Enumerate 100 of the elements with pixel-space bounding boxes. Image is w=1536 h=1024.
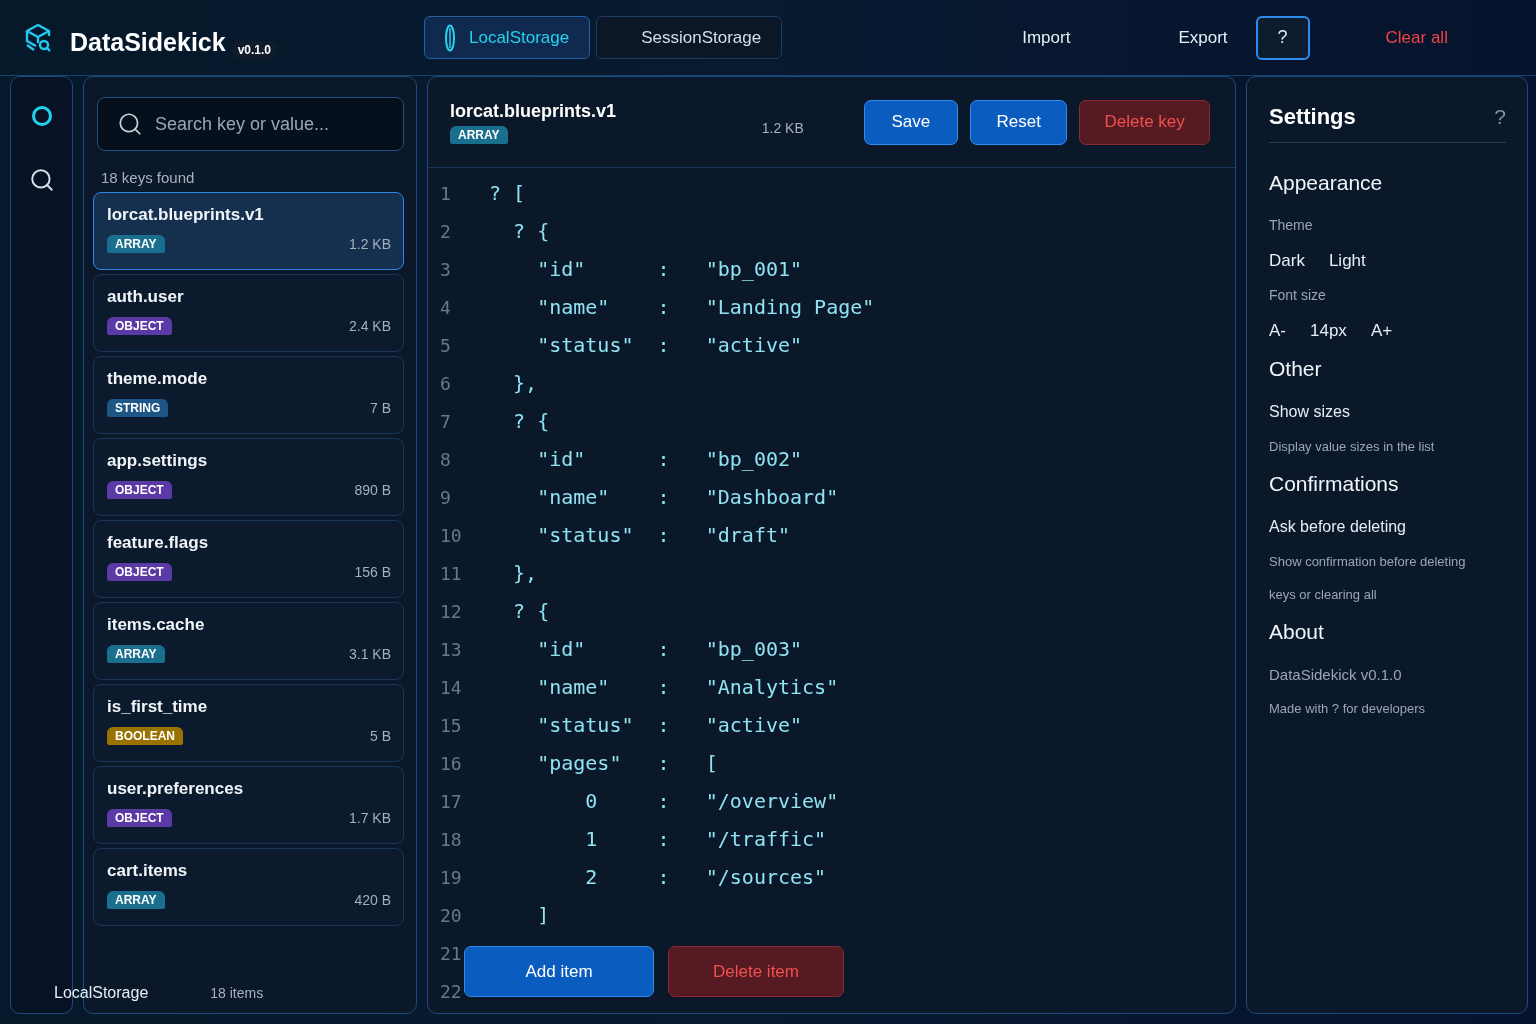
code-line: 1 : "/traffic" (584, 827, 827, 851)
line-number: 7 (440, 410, 452, 432)
header-action[interactable]: Export (1158, 19, 1248, 56)
code-line: "name" : "Dashboard" (536, 485, 839, 509)
search-icon (117, 111, 143, 137)
option-button[interactable]: A+ (1370, 321, 1393, 341)
type-badge: ARRAY (107, 645, 165, 663)
code-line: "name" : "Landing Page" (536, 295, 875, 319)
code-line: "name" : "Analytics" (536, 675, 839, 699)
option-button[interactable]: Dark (1269, 251, 1305, 271)
section-title: About (1269, 620, 1325, 644)
line-number: 13 (440, 638, 463, 660)
version-badge: v0.1.0 (231, 40, 277, 59)
code-line: }, (512, 561, 538, 585)
key-item[interactable]: user.preferences OBJECT 1.7 KB (93, 766, 404, 844)
editor-button[interactable]: Reset (970, 99, 1068, 145)
clear-all-button[interactable]: Clear all (1379, 26, 1454, 49)
section-title: Appearance (1269, 171, 1384, 195)
circle-icon[interactable] (30, 105, 53, 127)
type-badge: ARRAY (450, 125, 508, 144)
code-line: ? { (512, 409, 550, 433)
value-size: 1.2 KB (761, 120, 805, 136)
search-field[interactable]: Search key or value... (97, 97, 404, 151)
help-icon[interactable]: ? (1494, 105, 1506, 129)
value-size: 5 B (370, 728, 391, 744)
type-badge: BOOLEAN (107, 727, 183, 745)
key-item[interactable]: cart.items ARRAY 420 B (93, 848, 404, 926)
option-button[interactable]: A- (1269, 321, 1286, 341)
setting-description: Display value sizes in the list (1269, 439, 1436, 454)
value-size: 420 B (354, 892, 391, 908)
line-number: 15 (440, 714, 463, 736)
key-name: feature.flags (107, 533, 210, 553)
code-line: ] (536, 903, 550, 927)
line-number: 6 (440, 372, 452, 394)
key-title: lorcat.blueprints.v1 (450, 100, 618, 122)
item-button[interactable]: Delete item (668, 946, 844, 997)
setting-description: Made with ? for developers (1269, 701, 1427, 716)
key-name: app.settings (107, 451, 209, 471)
code-line: "id" : "bp_003" (536, 637, 803, 661)
value-size: 1.2 KB (348, 236, 391, 252)
search-icon[interactable] (28, 167, 55, 193)
app-version: DataSidekick v0.1.0 (1269, 666, 1403, 683)
help-button[interactable]: ? (1255, 15, 1310, 60)
type-badge: OBJECT (107, 809, 172, 827)
line-number: 1 (440, 182, 452, 204)
code-line: ? [ (489, 181, 526, 205)
line-number: 21 (440, 942, 463, 964)
line-number: 5 (440, 334, 452, 356)
keys-count: 18 keys found (101, 169, 196, 186)
setting-label: Font size (1269, 287, 1327, 303)
line-number: 10 (440, 524, 463, 546)
key-name: auth.user (107, 287, 185, 307)
type-badge: OBJECT (107, 317, 172, 335)
line-number: 18 (440, 828, 463, 850)
line-number: 14 (440, 676, 463, 698)
key-item[interactable]: feature.flags OBJECT 156 B (93, 520, 404, 598)
storage-tab[interactable]: SessionStorage (596, 16, 783, 59)
code-line: ? { (512, 599, 550, 623)
key-item[interactable]: items.cache ARRAY 3.1 KB (93, 602, 404, 680)
setting-title: Show sizes (1269, 403, 1351, 421)
line-number: 2 (440, 220, 452, 242)
value-size: 1.7 KB (348, 810, 391, 826)
key-item[interactable]: app.settings OBJECT 890 B (93, 438, 404, 516)
line-number: 4 (440, 296, 452, 318)
header-action[interactable]: Import (1002, 19, 1091, 56)
line-number: 20 (440, 904, 463, 926)
code-line: ? { (512, 219, 550, 243)
key-item[interactable]: auth.user OBJECT 2.4 KB (93, 274, 404, 352)
editor-button[interactable]: Save (863, 99, 959, 145)
code-line: "status" : "draft" (536, 523, 791, 547)
setting-label: Theme (1269, 217, 1314, 233)
type-badge: ARRAY (107, 235, 165, 253)
key-item[interactable]: theme.mode STRING 7 B (93, 356, 404, 434)
type-badge: STRING (107, 399, 169, 417)
setting-description: keys or clearing all (1269, 587, 1378, 602)
setting-description: Show confirmation before deleting (1269, 554, 1467, 569)
editor-button[interactable]: Delete key (1079, 99, 1210, 145)
code-line: "status" : "active" (536, 333, 803, 357)
app-title: DataSidekick (70, 28, 226, 57)
key-name: cart.items (107, 861, 189, 881)
code-line: "pages" : [ (536, 751, 718, 775)
storage-tab[interactable]: LocalStorage (424, 16, 591, 59)
storage-name: LocalStorage (54, 984, 149, 1002)
key-item[interactable]: is_first_time BOOLEAN 5 B (93, 684, 404, 762)
option-button[interactable]: 14px (1310, 321, 1347, 341)
value-size: 3.1 KB (348, 646, 391, 662)
option-button[interactable]: Light (1328, 251, 1366, 271)
key-name: is_first_time (107, 697, 209, 717)
key-name: items.cache (107, 615, 206, 635)
key-name: theme.mode (107, 369, 209, 389)
items-count: 18 items (210, 985, 264, 1001)
line-number: 16 (440, 752, 463, 774)
value-size: 7 B (370, 400, 391, 416)
key-name: user.preferences (107, 779, 245, 799)
line-number: 11 (440, 562, 463, 584)
item-button[interactable]: Add item (464, 946, 654, 997)
line-number: 8 (440, 448, 452, 470)
key-item[interactable]: lorcat.blueprints.v1 ARRAY 1.2 KB (93, 192, 404, 270)
code-line: }, (512, 371, 538, 395)
key-name: lorcat.blueprints.v1 (107, 205, 265, 225)
